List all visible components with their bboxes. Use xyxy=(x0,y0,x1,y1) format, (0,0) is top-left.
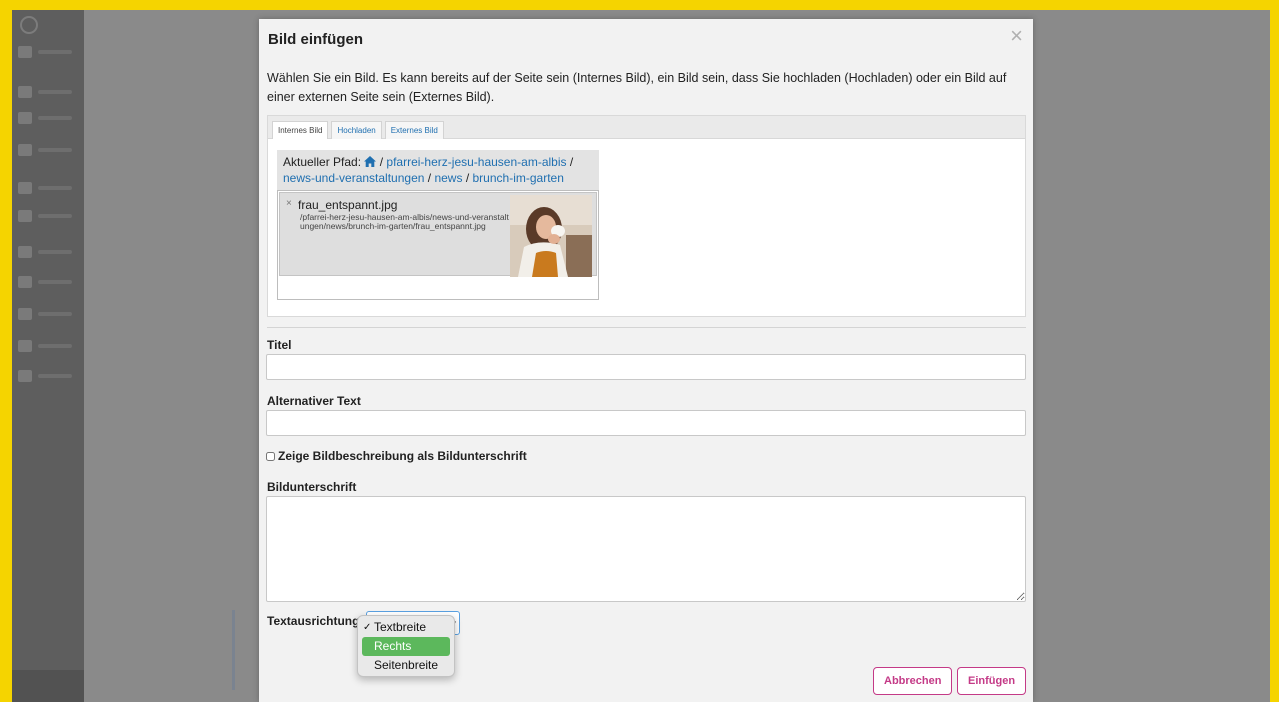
sidebar-item[interactable] xyxy=(12,82,84,102)
tab-externes-bild[interactable]: Externes Bild xyxy=(384,121,444,139)
woman-with-cup-image xyxy=(510,195,592,277)
cancel-button[interactable]: Abbrechen xyxy=(873,667,953,695)
home-icon[interactable] xyxy=(364,156,377,167)
insert-image-dialog: Bild einfügen × Wählen Sie ein Bild. Es … xyxy=(259,19,1033,702)
image-thumbnail[interactable] xyxy=(510,195,592,277)
file-path: /pfarrei-herz-jesu-hausen-am-albis/news-… xyxy=(300,212,509,231)
remove-icon[interactable]: × xyxy=(286,198,292,209)
title-input[interactable] xyxy=(266,354,1026,380)
option-textbreite[interactable]: ✓ Textbreite xyxy=(362,618,450,637)
close-icon[interactable]: × xyxy=(1010,25,1023,47)
move-icon xyxy=(18,182,32,194)
eye-icon xyxy=(18,112,32,124)
tab-hochladen[interactable]: Hochladen xyxy=(331,121,382,139)
sidebar-item[interactable] xyxy=(12,336,84,356)
users-icon xyxy=(18,340,32,352)
path-prefix: Aktueller Pfad: xyxy=(283,155,362,169)
pencil-icon xyxy=(18,86,32,98)
title-label: Titel xyxy=(267,338,292,352)
folder-icon xyxy=(18,46,32,58)
breadcrumb-link[interactable]: news-und-veranstaltungen xyxy=(283,171,424,185)
sidebar-item[interactable] xyxy=(12,304,84,324)
text-align-label: Textausrichtung xyxy=(267,614,360,628)
checkmark-icon: ✓ xyxy=(363,622,372,633)
sidebar-bottom-bar[interactable] xyxy=(12,670,84,702)
image-source-tabs: Internes Bild Hochladen Externes Bild Ak… xyxy=(267,115,1026,317)
sidebar-item[interactable] xyxy=(12,242,84,262)
star-icon xyxy=(18,210,32,222)
caption-textarea[interactable] xyxy=(266,496,1026,602)
caption-label: Bildunterschrift xyxy=(267,480,357,494)
file-name: frau_entspannt.jpg xyxy=(298,198,398,212)
option-seitenbreite[interactable]: Seitenbreite xyxy=(362,656,450,675)
history-icon xyxy=(18,246,32,258)
alt-text-label: Alternativer Text xyxy=(267,394,361,408)
dialog-intro-text: Wählen Sie ein Bild. Es kann bereits auf… xyxy=(267,71,1007,104)
layout-icon xyxy=(18,276,32,288)
tab-strip: Internes Bild Hochladen Externes Bild xyxy=(268,116,1025,139)
option-rechts[interactable]: Rechts xyxy=(362,637,450,656)
sitemap-icon xyxy=(18,370,32,382)
file-list: × frau_entspannt.jpg /pfarrei-herz-jesu-… xyxy=(277,190,599,300)
sidebar-item[interactable] xyxy=(12,108,84,128)
text-align-dropdown: ✓ Textbreite Rechts Seitenbreite xyxy=(357,615,455,677)
sidebar-item[interactable] xyxy=(12,366,84,386)
wrench-icon xyxy=(18,308,32,320)
sidebar-item[interactable] xyxy=(12,206,84,226)
sidebar xyxy=(12,10,84,702)
alt-text-input[interactable] xyxy=(266,410,1026,436)
tab-internes-bild[interactable]: Internes Bild xyxy=(272,121,329,139)
breadcrumb-link[interactable]: brunch-im-garten xyxy=(473,171,564,185)
breadcrumb-link[interactable]: pfarrei-herz-jesu-hausen-am-albis xyxy=(386,155,566,169)
insert-button[interactable]: Einfügen xyxy=(957,667,1027,695)
sidebar-item[interactable] xyxy=(12,178,84,198)
divider xyxy=(267,327,1026,328)
file-item[interactable]: × frau_entspannt.jpg /pfarrei-herz-jesu-… xyxy=(279,192,597,277)
dialog-title: Bild einfügen xyxy=(268,31,363,48)
sidebar-item[interactable] xyxy=(12,272,84,292)
breadcrumb: Aktueller Pfad: / pfarrei-herz-jesu-haus… xyxy=(277,150,599,190)
plus-icon xyxy=(18,144,32,156)
sidebar-logo-icon xyxy=(20,16,38,34)
show-caption-checkbox[interactable] xyxy=(266,451,275,461)
checkbox-label: Zeige Bildbeschreibung als Bildunterschr… xyxy=(278,449,527,463)
sidebar-item[interactable] xyxy=(12,42,84,62)
sidebar-item[interactable] xyxy=(12,140,84,160)
breadcrumb-link[interactable]: news xyxy=(434,171,462,185)
caption-checkbox-row[interactable]: Zeige Bildbeschreibung als Bildunterschr… xyxy=(266,449,527,463)
